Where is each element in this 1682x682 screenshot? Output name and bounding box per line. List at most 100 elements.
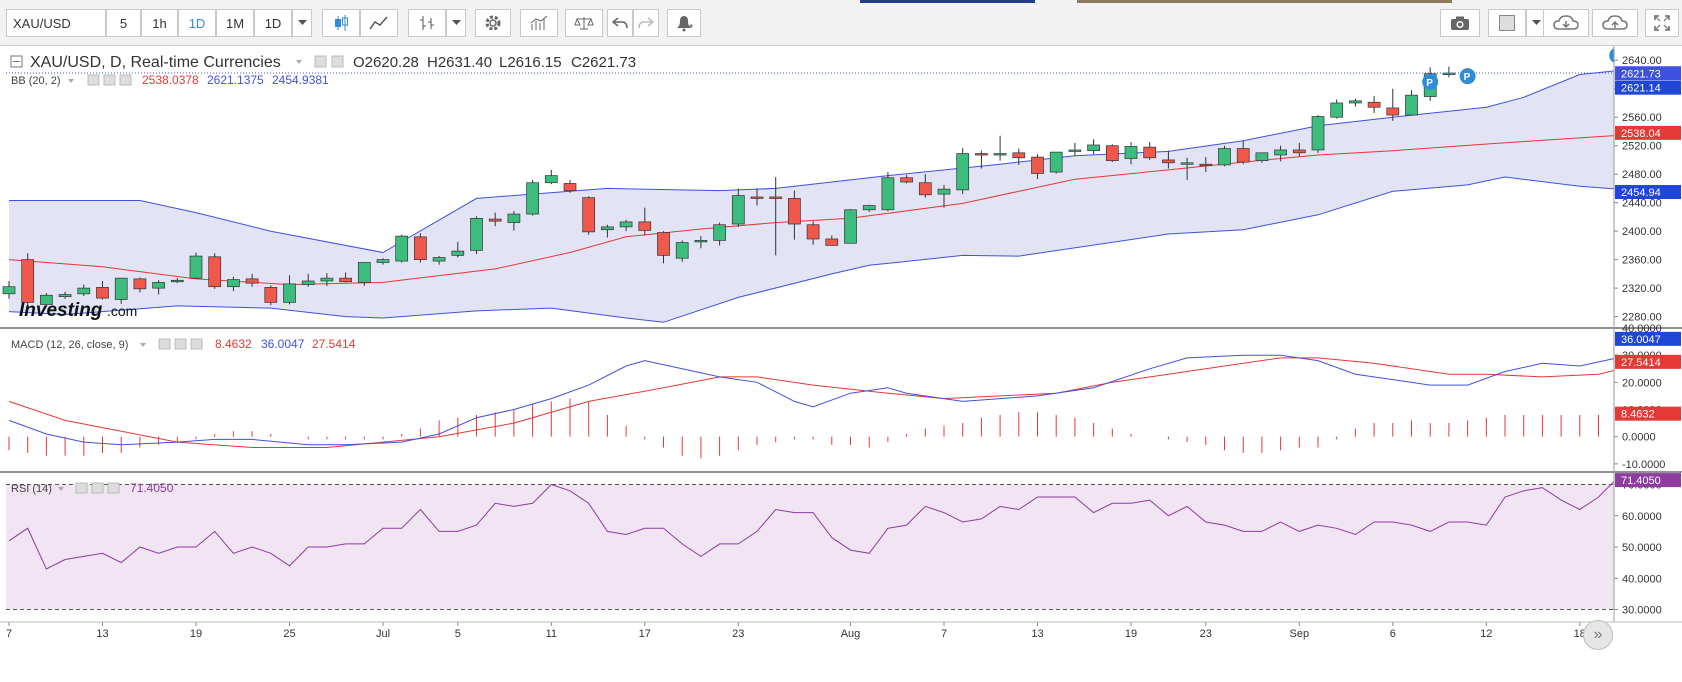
candle <box>1386 88 1400 121</box>
interval-5m-button[interactable]: 5 <box>106 9 141 37</box>
candle-body <box>881 177 895 211</box>
candle-body <box>993 153 1007 156</box>
time-tick-label: 5 <box>455 628 461 640</box>
candle-body <box>133 278 147 290</box>
candle-body <box>563 183 577 191</box>
bar-style-button[interactable] <box>408 9 446 37</box>
time-tick-label: 7 <box>6 628 12 640</box>
candles-style-button[interactable] <box>322 9 360 37</box>
line-chart-icon <box>369 16 388 30</box>
rsi-value-tag: 71.4050 <box>1615 473 1681 488</box>
settings-button[interactable] <box>475 9 511 37</box>
undo-button[interactable] <box>607 9 633 37</box>
eye-icon[interactable] <box>158 338 171 350</box>
close-icon[interactable] <box>119 74 132 86</box>
gear-icon[interactable] <box>174 338 187 350</box>
eye-icon[interactable] <box>75 482 88 494</box>
gear-icon[interactable] <box>103 74 116 86</box>
candle-body <box>414 236 427 260</box>
eye-icon[interactable] <box>87 74 100 86</box>
candle-body <box>1330 102 1344 118</box>
redo-button[interactable] <box>633 9 659 37</box>
candle-body <box>1068 149 1082 152</box>
time-tick-label: 11 <box>546 628 557 640</box>
candle-body <box>96 287 109 299</box>
symbol-title: XAU/USD, D, Real-time Currencies <box>30 54 281 71</box>
chart-style-dropdown-button[interactable] <box>446 9 466 37</box>
line-style-button[interactable] <box>360 9 398 37</box>
candle-body <box>283 283 296 303</box>
screenshot-button[interactable] <box>1440 9 1480 37</box>
price-tick-label: 2480.00 <box>1622 169 1662 181</box>
chart-toolbar: XAU/USD 5 1h 1D 1M 1D <box>0 0 1682 46</box>
chevron-down-icon <box>451 20 461 25</box>
close-icon[interactable] <box>190 338 203 350</box>
macd-signal-tag-text: 27.5414 <box>1621 357 1661 369</box>
candle <box>844 209 857 244</box>
symbol-input[interactable]: XAU/USD <box>6 9 106 37</box>
scale-icon <box>574 17 594 30</box>
alert-button[interactable] <box>667 9 701 37</box>
candle <box>414 233 427 263</box>
candle-body <box>526 182 539 215</box>
macd-label: MACD (12, 26, close, 9) <box>11 339 128 351</box>
candle-body <box>1031 156 1044 174</box>
eye-icon[interactable] <box>314 55 327 68</box>
cloud-load-button[interactable] <box>1543 9 1589 37</box>
rsi-pane: 70.000060.000050.000040.000030.000071.40… <box>6 472 1682 622</box>
time-tick-label: 7 <box>941 628 947 640</box>
chart-area[interactable]: PPPP2640.002600.002560.002520.002480.002… <box>0 46 1682 682</box>
candle-body <box>788 198 801 225</box>
chevron-down-icon[interactable] <box>68 79 74 83</box>
rsi-tick-label: 50.0000 <box>1622 542 1662 554</box>
compare-button[interactable] <box>565 9 603 37</box>
close-icon[interactable] <box>107 482 120 494</box>
candle-body <box>21 259 35 303</box>
gear-icon <box>485 15 501 31</box>
chevron-down-icon[interactable] <box>140 343 146 347</box>
macd-signal-value: 27.5414 <box>312 337 356 351</box>
time-tick-label: 19 <box>1125 628 1137 640</box>
candle-body <box>339 277 352 283</box>
interval-1d-button[interactable]: 1D <box>178 9 216 37</box>
candle <box>1442 66 1456 78</box>
candle <box>1311 115 1325 153</box>
candle <box>1349 98 1362 107</box>
cloud-save-button[interactable] <box>1592 9 1638 37</box>
candle <box>526 179 539 216</box>
price-axis: 2640.002600.002560.002520.002480.002440.… <box>1614 46 1682 328</box>
fullscreen-button[interactable] <box>1645 9 1679 37</box>
candle-body <box>1236 148 1250 163</box>
price-pane: PPPP2640.002600.002560.002520.002480.002… <box>2 46 1682 328</box>
candle-body <box>638 221 652 231</box>
chevron-down-icon[interactable] <box>296 60 302 64</box>
gear-icon[interactable] <box>91 482 104 494</box>
interval-dropdown-button[interactable] <box>292 9 312 37</box>
price-tick-label: 2640.00 <box>1622 55 1662 67</box>
candle-body <box>227 279 240 288</box>
position-marker[interactable]: P <box>1459 68 1476 85</box>
bb-basis-tag: 2538.04 <box>1615 125 1681 140</box>
candle-body <box>507 213 521 223</box>
candle <box>21 253 35 307</box>
candle-body <box>208 256 222 288</box>
candle-body <box>77 287 91 295</box>
camera-icon <box>1451 16 1469 30</box>
indicators-button[interactable] <box>520 9 558 37</box>
candle-body <box>58 294 72 298</box>
layout-button[interactable] <box>1488 9 1526 37</box>
svg-text:.com: .com <box>107 303 137 319</box>
interval-1h-button[interactable]: 1h <box>141 9 178 37</box>
gear-icon[interactable] <box>331 55 344 68</box>
candle <box>563 179 577 193</box>
candle-body <box>1218 148 1231 166</box>
scroll-to-latest-button[interactable]: » <box>1583 620 1613 650</box>
interval-select[interactable]: 1D <box>254 9 292 37</box>
candle-body <box>1274 149 1287 156</box>
candle-body <box>1105 145 1119 162</box>
position-marker[interactable]: P <box>1422 73 1439 90</box>
interval-1m-button[interactable]: 1M <box>216 9 254 37</box>
candle <box>357 262 371 286</box>
double-chevron-right-icon: » <box>1593 626 1603 643</box>
candle-body <box>320 277 334 282</box>
